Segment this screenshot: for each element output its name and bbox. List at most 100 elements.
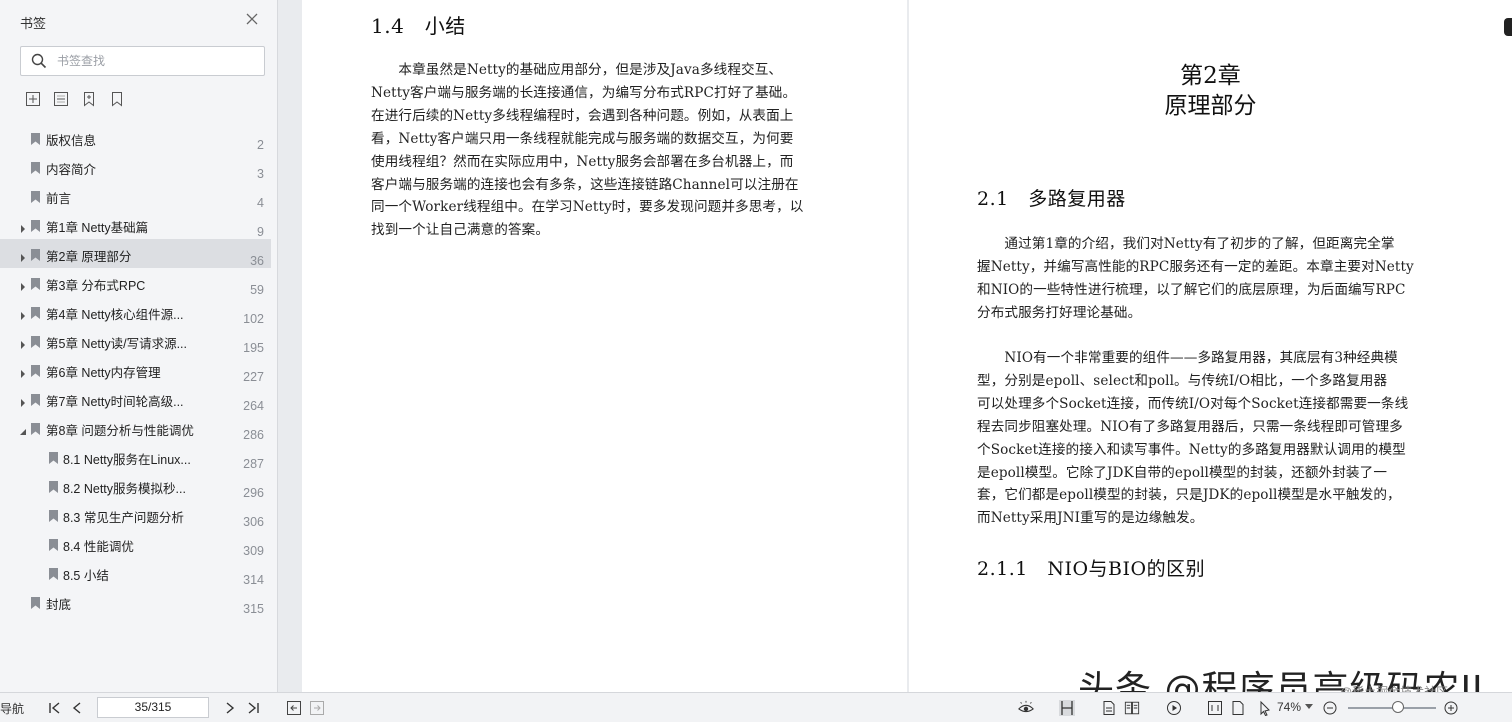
bookmark-page: 2 <box>257 138 264 152</box>
bookmark-search-box[interactable] <box>20 46 265 76</box>
bookmark-item-selected[interactable]: 第2章 原理部分 36 <box>0 239 271 268</box>
scroll-handle[interactable] <box>1504 18 1512 36</box>
bookmark-page: 315 <box>243 602 264 616</box>
text-line: 通过第1章的介绍，我们对Netty有了初步的了解，但距离完全掌 <box>977 236 1395 252</box>
expand-arrow-icon[interactable] <box>19 365 27 378</box>
bookmark-icon <box>31 161 40 174</box>
single-page-view-icon[interactable] <box>1059 700 1075 716</box>
document-page-left: 1.4 小结 本章虽然是Netty的基础应用部分，但是涉及Java多线程交互、 … <box>302 0 907 692</box>
document-page-right: 第2章 原理部分 2.1 多路复用器 通过第1章的介绍，我们对Netty有了初步… <box>909 0 1512 692</box>
paragraph: 通过第1章的介绍，我们对Netty有了初步的了解，但距离完全掌 握Netty，并… <box>977 233 1445 325</box>
crop-page-icon[interactable] <box>1230 700 1246 716</box>
expand-arrow-icon[interactable] <box>19 307 27 320</box>
bookmark-label: 第5章 Netty读/写请求源... <box>46 337 187 351</box>
zoom-in-icon[interactable] <box>1443 700 1459 716</box>
bookmark-item[interactable]: 第5章 Netty读/写请求源... 195 <box>0 326 271 355</box>
add-bookmark-icon[interactable] <box>80 90 98 108</box>
last-page-icon[interactable] <box>245 700 261 716</box>
bookmark-page: 4 <box>257 196 264 210</box>
bookmark-label: 8.5 小结 <box>63 569 109 583</box>
collapse-all-icon[interactable] <box>52 90 70 108</box>
bookmark-page: 286 <box>243 428 264 442</box>
go-forward-icon[interactable] <box>309 700 325 716</box>
bookmark-label: 第1章 Netty基础篇 <box>46 221 149 235</box>
text-line: 可以处理多个Socket连接，而传统I/O对每个Socket连接都需要一条线 <box>977 395 1409 412</box>
text-line: 客户端与服务端的连接也会有多条，这些连接链路Channel可以注册在 <box>371 176 799 193</box>
bookmark-item[interactable]: 第3章 分布式RPC 59 <box>0 268 271 297</box>
expand-arrow-icon[interactable] <box>19 249 27 262</box>
expand-arrow-icon[interactable] <box>19 394 27 407</box>
bookmark-search-input[interactable] <box>57 51 257 71</box>
bookmark-page: 3 <box>257 167 264 181</box>
bookmark-icon <box>31 190 40 203</box>
zoom-dropdown-icon[interactable] <box>1305 703 1313 711</box>
zoom-tool-icon[interactable] <box>1256 700 1272 716</box>
text-line: 分布式服务打好理论基础。 <box>977 304 1142 321</box>
text-line: 套，它们都是epoll模型的封装，只是JDK的epoll模型是水平触发的， <box>977 487 1401 504</box>
bookmark-subitem[interactable]: 8.3 常见生产问题分析 306 <box>0 500 271 529</box>
bookmark-icon <box>49 451 58 464</box>
bookmark-panel: 书签 版权信息 2 内容简介 3 <box>0 0 278 692</box>
text-line: 程去同步阻塞处理。NIO有了多路复用器后，只需一条线程即可管理多 <box>977 418 1403 435</box>
bookmark-page: 59 <box>250 283 264 297</box>
bookmark-icon <box>31 132 40 145</box>
bookmark-item[interactable]: 版权信息 2 <box>0 123 271 152</box>
bookmark-subitem[interactable]: 8.4 性能调优 309 <box>0 529 271 558</box>
text-line: 同一个Worker线程组中。在学习Netty时，要多发现问题并多思考，以 <box>371 199 804 216</box>
fit-page-icon[interactable] <box>1207 700 1223 716</box>
bookmark-icon <box>31 393 40 406</box>
bookmark-subitem[interactable]: 8.2 Netty服务模拟秒... 296 <box>0 471 271 500</box>
bookmark-subitem[interactable]: 8.1 Netty服务在Linux... 287 <box>0 442 271 471</box>
page-view-icon[interactable] <box>1101 700 1117 716</box>
text-line: NIO有一个非常重要的组件——多路复用器，其底层有3种经典模 <box>977 350 1398 366</box>
bookmark-page: 296 <box>243 486 264 500</box>
text-line: 型，分别是epoll、select和poll。与传统I/O相比，一个多路复用器 <box>977 372 1388 389</box>
expand-arrow-icon[interactable] <box>19 278 27 291</box>
zoom-slider-handle[interactable] <box>1392 701 1404 713</box>
section-heading: 2.1 多路复用器 <box>977 188 1126 210</box>
bookmark-page: 287 <box>243 457 264 471</box>
expand-arrow-icon[interactable] <box>19 220 27 233</box>
bookmark-item[interactable]: 第4章 Netty核心组件源... 102 <box>0 297 271 326</box>
go-back-icon[interactable] <box>286 700 302 716</box>
zoom-level[interactable]: 74% <box>1277 700 1301 714</box>
bookmark-icon <box>31 219 40 232</box>
first-page-icon[interactable] <box>47 700 63 716</box>
bookmark-item[interactable]: 第1章 Netty基础篇 9 <box>0 210 271 239</box>
bookmark-toolbar <box>24 90 126 110</box>
eye-protection-icon[interactable] <box>1018 700 1034 716</box>
bookmark-item[interactable]: 第7章 Netty时间轮高级... 264 <box>0 384 271 413</box>
document-view[interactable]: 1.4 小结 本章虽然是Netty的基础应用部分，但是涉及Java多线程交互、 … <box>279 0 1512 710</box>
bookmark-subitem[interactable]: 8.5 小结 314 <box>0 558 271 587</box>
previous-page-icon[interactable] <box>69 700 85 716</box>
bookmark-icon <box>49 567 58 580</box>
navigation-label[interactable]: 导航 <box>0 700 24 717</box>
play-icon[interactable] <box>1166 700 1182 716</box>
bookmark-item[interactable]: 第8章 问题分析与性能调优 286 <box>0 413 271 442</box>
expand-arrow-icon[interactable] <box>19 336 27 349</box>
text-line: 在进行后续的Netty多线程编程时，会遇到各种问题。例如，从表面上 <box>371 107 794 124</box>
bookmark-item[interactable]: 前言 4 <box>0 181 271 210</box>
next-page-icon[interactable] <box>222 700 238 716</box>
close-icon[interactable] <box>244 11 260 27</box>
zoom-out-icon[interactable] <box>1322 700 1338 716</box>
section-heading: 1.4 小结 <box>371 14 466 38</box>
bookmark-label: 第3章 分布式RPC <box>46 279 146 293</box>
chapter-number: 第2章 <box>1180 63 1241 89</box>
bookmark-icon[interactable] <box>108 90 126 108</box>
collapse-arrow-icon[interactable] <box>19 423 27 435</box>
bookmark-icon <box>31 277 40 290</box>
bookmark-item[interactable]: 第6章 Netty内存管理 227 <box>0 355 271 384</box>
bookmark-item[interactable]: 封底 315 <box>0 587 271 616</box>
text-line: 使用线程组？然而在实际应用中，Netty服务会部署在多台机器上，而 <box>371 153 794 170</box>
bookmark-label: 8.3 常见生产问题分析 <box>63 511 184 525</box>
bookmark-label: 8.1 Netty服务在Linux... <box>63 453 191 467</box>
expand-all-icon[interactable] <box>24 90 42 108</box>
bookmark-icon <box>49 480 58 493</box>
double-page-view-icon[interactable] <box>1124 700 1140 716</box>
bookmark-icon <box>31 596 40 609</box>
text-line: 是epoll模型。它除了JDK自带的epoll模型的封装，还额外封装了一 <box>977 464 1388 481</box>
page-number-input[interactable]: 35/315 <box>97 697 209 718</box>
bookmark-page: 314 <box>243 573 264 587</box>
bookmark-item[interactable]: 内容简介 3 <box>0 152 271 181</box>
